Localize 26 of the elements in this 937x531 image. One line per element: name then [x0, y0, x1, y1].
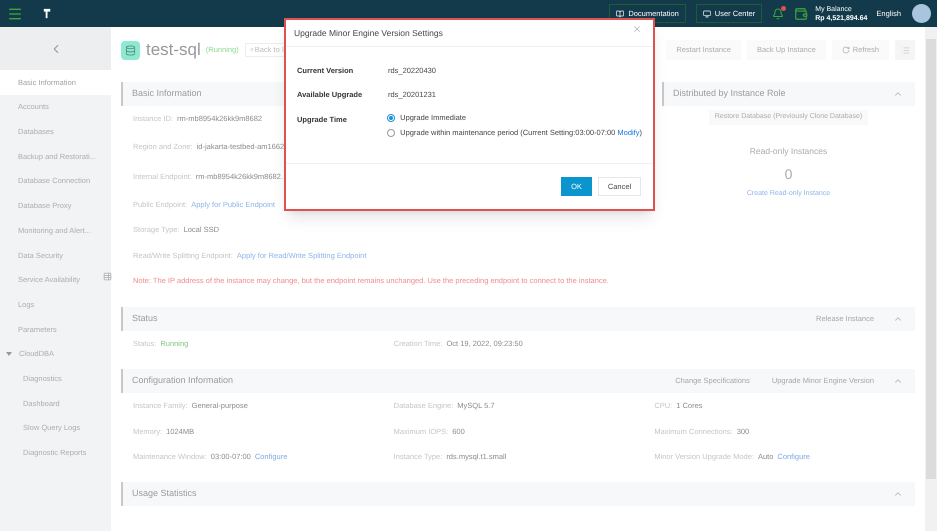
section-title: Distributed by Instance Role — [673, 87, 786, 100]
section-title: Usage Statistics — [132, 486, 197, 500]
section-title: Status — [132, 312, 158, 326]
refresh-icon — [842, 46, 850, 54]
database-icon — [121, 40, 140, 60]
section-title: Basic Information — [132, 87, 202, 100]
list-icon — [900, 46, 910, 54]
section-title: Configuration Information — [132, 374, 234, 388]
collapse-sidebar-icon[interactable] — [103, 272, 112, 281]
dialog-title: Upgrade Minor Engine Version Settings — [294, 26, 444, 40]
wallet-icon[interactable] — [794, 6, 808, 20]
caret-icon[interactable] — [6, 352, 12, 356]
avatar[interactable] — [912, 4, 931, 23]
read-only-count: 0 — [784, 164, 792, 184]
menu-icon[interactable] — [7, 6, 23, 22]
list-view-button[interactable] — [895, 40, 915, 60]
radio-button[interactable] — [387, 114, 396, 122]
monitor-icon — [702, 10, 711, 18]
instance-name: test-sql — [146, 39, 201, 62]
logo-icon — [42, 8, 53, 19]
read-only-title: Read-only Instances — [750, 145, 828, 158]
radio-button[interactable] — [387, 128, 396, 137]
scrollbar[interactable] — [925, 27, 937, 531]
close-icon[interactable] — [632, 24, 642, 34]
arrow-icon — [248, 47, 255, 53]
bell-icon[interactable] — [772, 8, 784, 20]
